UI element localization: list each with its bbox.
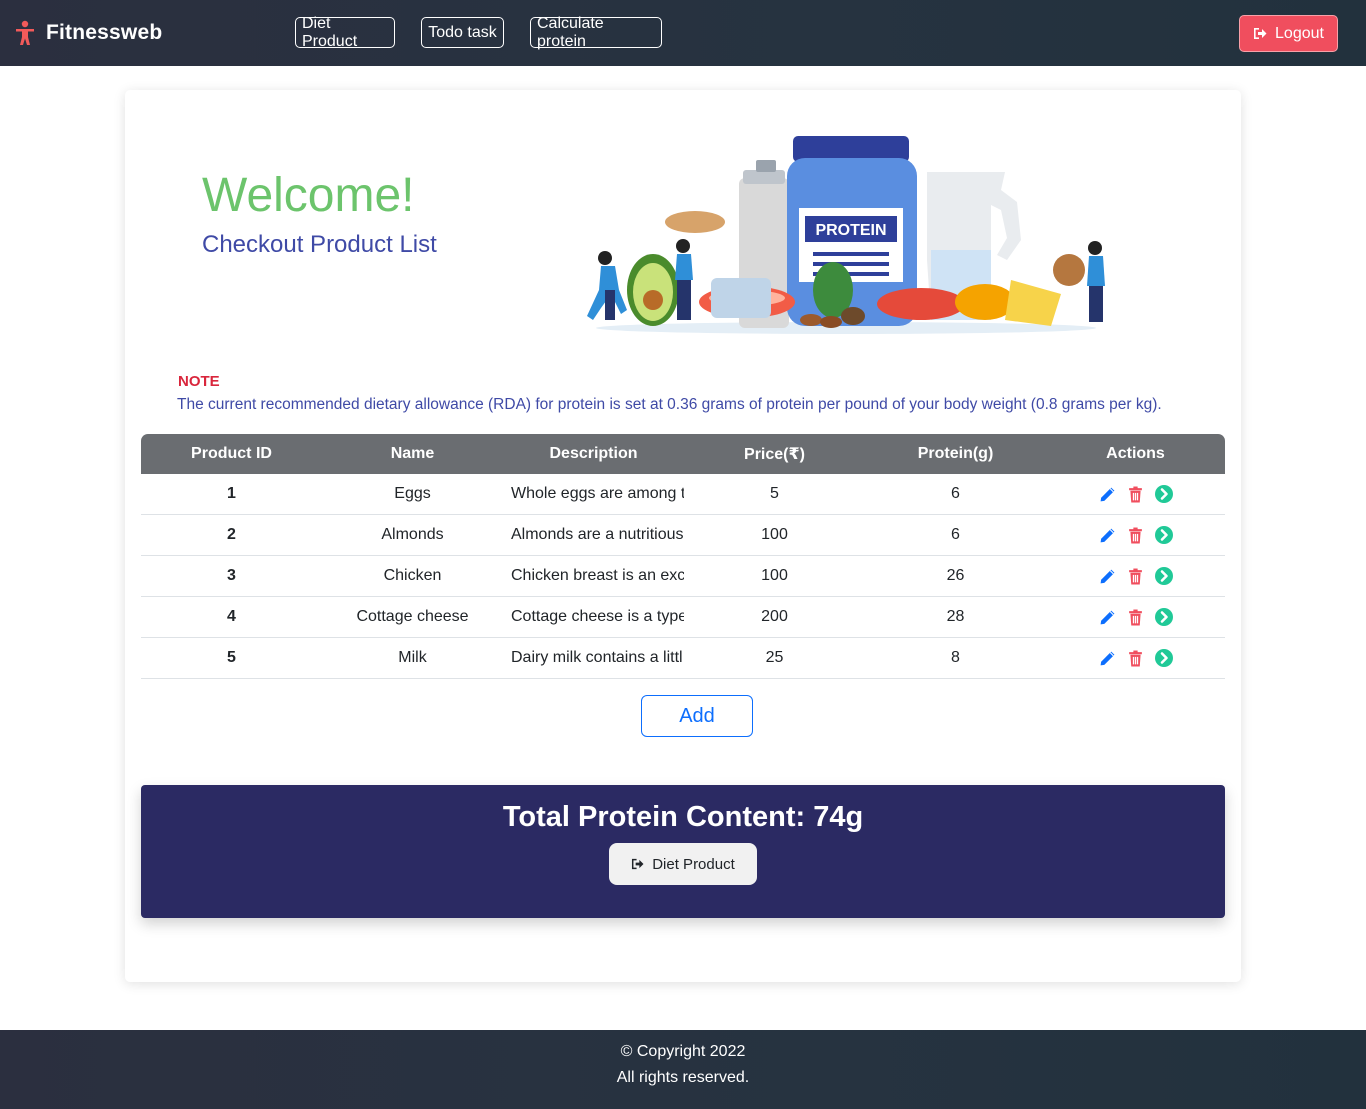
table-row: 5 Milk Dairy milk contains a littl 25 8 [141, 638, 1225, 679]
cell-protein: 6 [951, 526, 960, 543]
table-header: Product ID Name Description Price(₹) Pro… [141, 434, 1225, 474]
header-protein: Protein(g) [917, 445, 994, 462]
cell-actions [1046, 484, 1225, 504]
trash-icon[interactable] [1126, 484, 1146, 504]
cell-description: Chicken breast is an exc [511, 567, 684, 584]
cell-actions [1046, 648, 1225, 668]
cell-actions [1046, 607, 1225, 627]
footer: © Copyright 2022 All rights reserved. [0, 1030, 1366, 1109]
sign-out-icon [1254, 28, 1267, 39]
nav-diet-product[interactable]: Diet Product [295, 15, 395, 50]
table-row: 2 Almonds Almonds are a nutritious 100 6 [141, 515, 1225, 556]
note-title: NOTE [178, 373, 220, 390]
pencil-icon[interactable] [1098, 484, 1118, 504]
cell-price: 5 [770, 485, 779, 502]
product-table: Product ID Name Description Price(₹) Pro… [141, 434, 1225, 679]
nav-todo-task[interactable]: Todo task [421, 17, 504, 48]
cell-product-id: 5 [227, 649, 236, 666]
person-icon [16, 20, 34, 45]
cell-actions [1046, 525, 1225, 545]
pencil-icon[interactable] [1098, 607, 1118, 627]
arrow-circle-right-icon[interactable] [1154, 525, 1174, 545]
header-description: Description [549, 445, 638, 462]
diet-product-button[interactable]: Diet Product [609, 843, 757, 885]
cell-product-id: 4 [227, 608, 236, 625]
table-row: 1 Eggs Whole eggs are among t 5 6 [141, 474, 1225, 515]
cell-name: Cottage cheese [356, 608, 469, 625]
logout-button[interactable]: Logout [1239, 15, 1338, 52]
header-price: Price(₹) [744, 446, 805, 463]
cell-price: 25 [765, 649, 784, 666]
pencil-icon[interactable] [1098, 566, 1118, 586]
header-actions: Actions [1106, 445, 1165, 462]
header-name: Name [390, 445, 435, 462]
arrow-circle-right-icon[interactable] [1154, 648, 1174, 668]
cell-product-id: 3 [227, 567, 236, 584]
cell-description: Whole eggs are among t [511, 485, 684, 502]
trash-icon[interactable] [1126, 525, 1146, 545]
add-button[interactable]: Add [641, 695, 753, 737]
trash-icon[interactable] [1126, 607, 1146, 627]
cell-protein: 8 [951, 649, 960, 666]
cell-actions [1046, 566, 1225, 586]
cell-protein: 26 [946, 567, 965, 584]
cell-description: Dairy milk contains a littl [511, 649, 683, 666]
arrow-circle-right-icon[interactable] [1154, 607, 1174, 627]
arrow-circle-right-icon[interactable] [1154, 566, 1174, 586]
cell-protein: 28 [946, 608, 965, 625]
subtitle: Checkout Product List [202, 231, 437, 258]
trash-icon[interactable] [1126, 648, 1146, 668]
cell-price: 100 [761, 567, 788, 584]
cell-product-id: 1 [227, 485, 236, 502]
brand[interactable]: Fitnessweb [14, 20, 162, 46]
table-row: 3 Chicken Chicken breast is an exc 100 26 [141, 556, 1225, 597]
protein-label: PROTEIN [815, 222, 886, 239]
brand-name: Fitnessweb [46, 21, 163, 44]
table-body: 1 Eggs Whole eggs are among t 5 6 2 Almonds Alm… [141, 474, 1225, 679]
cell-name: Milk [398, 649, 427, 666]
cell-price: 100 [761, 526, 788, 543]
header-product-id: Product ID [191, 445, 272, 462]
pencil-icon[interactable] [1098, 648, 1118, 668]
diet-product-label: Diet Product [652, 855, 735, 873]
navbar: Fitnessweb Diet Product Todo task Calcul… [0, 0, 1366, 66]
cell-protein: 6 [951, 485, 960, 502]
cell-product-id: 2 [227, 526, 236, 543]
cell-name: Eggs [394, 485, 431, 502]
total-protein-text: Total Protein Content: 74g [502, 801, 864, 833]
logout-label: Logout [1275, 24, 1324, 42]
cell-name: Almonds [381, 526, 444, 543]
cell-price: 200 [761, 608, 788, 625]
total-protein-panel: Total Protein Content: 74g Diet Product [141, 785, 1225, 918]
cell-description: Almonds are a nutritious [511, 526, 684, 543]
cell-name: Chicken [383, 567, 442, 584]
cell-description: Cottage cheese is a type [511, 608, 684, 625]
pencil-icon[interactable] [1098, 525, 1118, 545]
sign-out-icon [632, 858, 644, 870]
main-card: Welcome! Checkout Product List PROTEIN N… [125, 90, 1241, 982]
rights-text: All rights reserved. [616, 1069, 750, 1086]
note-text: The current recommended dietary allowanc… [177, 396, 1162, 413]
copyright-text: © Copyright 2022 [620, 1043, 746, 1060]
trash-icon[interactable] [1126, 566, 1146, 586]
table-row: 4 Cottage cheese Cottage cheese is a type 2… [141, 597, 1225, 638]
welcome-heading: Welcome! [202, 169, 415, 222]
nav-calculate-protein[interactable]: Calculate protein [530, 15, 662, 50]
hero-illustration: PROTEIN [587, 136, 1105, 334]
arrow-circle-right-icon[interactable] [1154, 484, 1174, 504]
